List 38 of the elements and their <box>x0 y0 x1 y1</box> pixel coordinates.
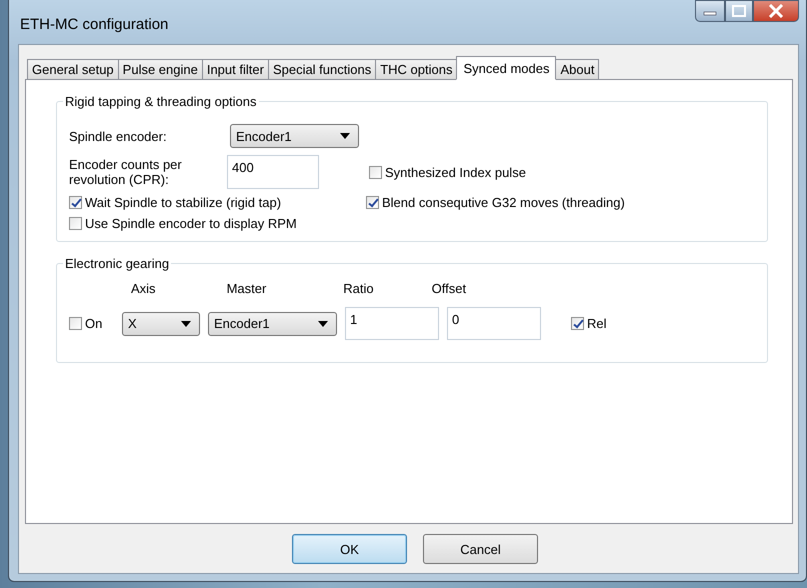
axis-dropdown[interactable]: X <box>122 312 200 336</box>
group-title: Electronic gearing <box>64 256 170 271</box>
field-label: Encoder counts per revolution (CPR): <box>69 157 183 187</box>
column-header: Ratio <box>343 281 374 298</box>
column-header: Axis <box>131 281 156 298</box>
checkbox[interactable]: On <box>69 316 122 331</box>
ok-button[interactable]: OK <box>292 534 407 564</box>
tab[interactable]: Input filter <box>202 59 269 80</box>
offset-input[interactable]: 0 <box>447 307 541 340</box>
close-button[interactable] <box>753 0 799 22</box>
dropdown-arrow-icon <box>340 133 350 139</box>
window-title: ETH-MC configuration <box>19 16 168 32</box>
tab[interactable]: Pulse engine <box>118 59 203 80</box>
column-header: Master <box>226 281 266 298</box>
master-dropdown[interactable]: Encoder1 <box>208 312 337 336</box>
ratio-input[interactable]: 1 <box>345 307 439 340</box>
checkbox[interactable]: Use Spindle encoder to display RPM <box>69 216 297 231</box>
maximize-button[interactable] <box>725 0 753 22</box>
tab[interactable]: Synced modes <box>456 56 556 80</box>
cancel-button[interactable]: Cancel <box>423 534 538 564</box>
tab[interactable]: About <box>556 59 600 80</box>
dropdown-arrow-icon <box>318 320 328 326</box>
cpr-input[interactable]: 400 <box>227 155 319 189</box>
minimize-button[interactable] <box>695 0 725 22</box>
checkbox[interactable]: Synthesized Index pulse <box>369 164 526 180</box>
field-label: Spindle encoder: <box>69 128 168 144</box>
checkbox[interactable]: Rel <box>571 316 607 331</box>
dropdown-arrow-icon <box>181 320 191 326</box>
tab[interactable]: THC options <box>376 59 458 80</box>
group-title: Rigid tapping & threading options <box>64 94 258 109</box>
checkbox[interactable]: Blend consequtive G32 moves (threading) <box>366 195 625 210</box>
column-header: Offset <box>432 281 466 298</box>
tab[interactable]: General setup <box>27 59 119 80</box>
checkbox[interactable]: Wait Spindle to stabilize (rigid tap) <box>69 195 366 210</box>
encoder-dropdown[interactable]: Encoder1 <box>230 124 359 148</box>
tab[interactable]: Special functions <box>268 59 376 80</box>
close-icon <box>767 4 785 18</box>
maximize-icon <box>731 4 747 18</box>
